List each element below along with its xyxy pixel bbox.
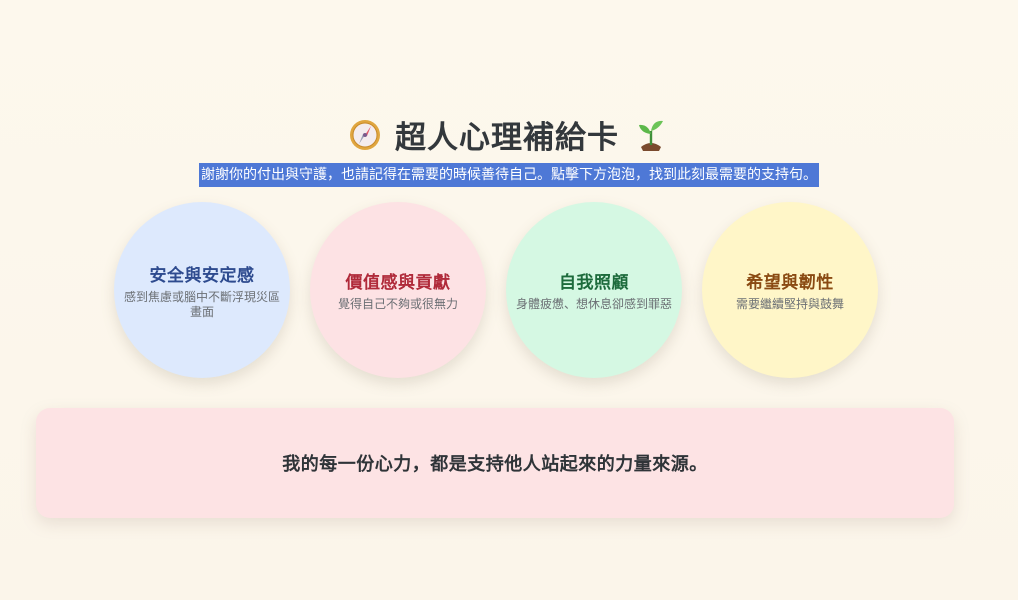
affirmation-card: 我的每一份心力，都是支持他人站起來的力量來源。 (36, 408, 954, 518)
affirmation-quote: 我的每一份心力，都是支持他人站起來的力量來源。 (282, 454, 708, 475)
bubble-worth[interactable]: 價值感與貢獻 覺得自己不夠或很無力 (310, 202, 486, 378)
bubble-hope[interactable]: 希望與韌性 需要繼續堅持與鼓舞 (702, 202, 878, 378)
bubble-description: 感到焦慮或腦中不斷浮現災區畫面 (124, 289, 281, 319)
page: 超人心理補給卡 謝謝你的付出與守護，也請記得在需要的時候善待自己。點擊下方泡泡，… (0, 0, 1018, 600)
sprout-icon (639, 120, 663, 151)
page-title: 超人心理補給卡 (395, 120, 619, 156)
bubble-self-care[interactable]: 自我照顧 身體疲憊、想休息卻感到罪惡 (506, 202, 682, 378)
bubble-description: 覺得自己不夠或很無力 (337, 297, 458, 311)
bubble-title: 自我照顧 (559, 273, 629, 293)
bubble-safety[interactable]: 安全與安定感 感到焦慮或腦中不斷浮現災區畫面 (114, 202, 290, 378)
bubble-title: 安全與安定感 (149, 265, 255, 286)
bubble-group: 安全與安定感 感到焦慮或腦中不斷浮現災區畫面 價值感與貢獻 覺得自己不夠或很無力… (112, 202, 882, 382)
compass-icon (350, 119, 380, 150)
bubble-description: 需要繼續堅持與鼓舞 (735, 297, 844, 311)
header: 超人心理補給卡 (0, 112, 1018, 157)
bubble-title: 價值感與貢獻 (345, 273, 451, 293)
bubble-title: 希望與韌性 (746, 273, 834, 293)
subtitle: 謝謝你的付出與守護，也請記得在需要的時候善待自己。點擊下方泡泡，找到此刻最需要的… (199, 163, 819, 187)
subtitle-row: 謝謝你的付出與守護，也請記得在需要的時候善待自己。點擊下方泡泡，找到此刻最需要的… (0, 163, 1018, 187)
bubble-description: 身體疲憊、想休息卻感到罪惡 (516, 297, 673, 311)
